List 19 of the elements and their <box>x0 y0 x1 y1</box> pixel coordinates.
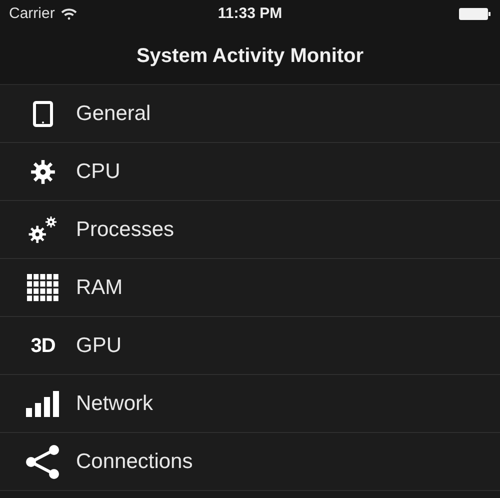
tablet-icon <box>33 100 53 126</box>
gears-icon <box>28 216 58 244</box>
screen-title: System Activity Monitor <box>136 44 364 69</box>
menu-item-label: GPU <box>76 332 122 359</box>
share-icon <box>25 444 61 478</box>
menu-item-label: Connections <box>76 448 193 475</box>
menu-item-label: General <box>76 100 151 127</box>
carrier-label: Carrier <box>9 4 55 24</box>
3d-icon: 3D <box>30 336 56 356</box>
gear-icon <box>30 158 56 184</box>
menu-item-label: Processes <box>76 216 174 243</box>
battery-icon <box>459 8 491 20</box>
menu-item-label: CPU <box>76 158 120 185</box>
signal-bars-icon <box>26 390 60 416</box>
clock-label: 11:33 PM <box>218 4 282 24</box>
menu-item-label: Network <box>76 390 154 417</box>
wifi-icon <box>60 8 77 20</box>
grid-icon <box>27 274 59 302</box>
menu-item-label: RAM <box>76 274 123 301</box>
